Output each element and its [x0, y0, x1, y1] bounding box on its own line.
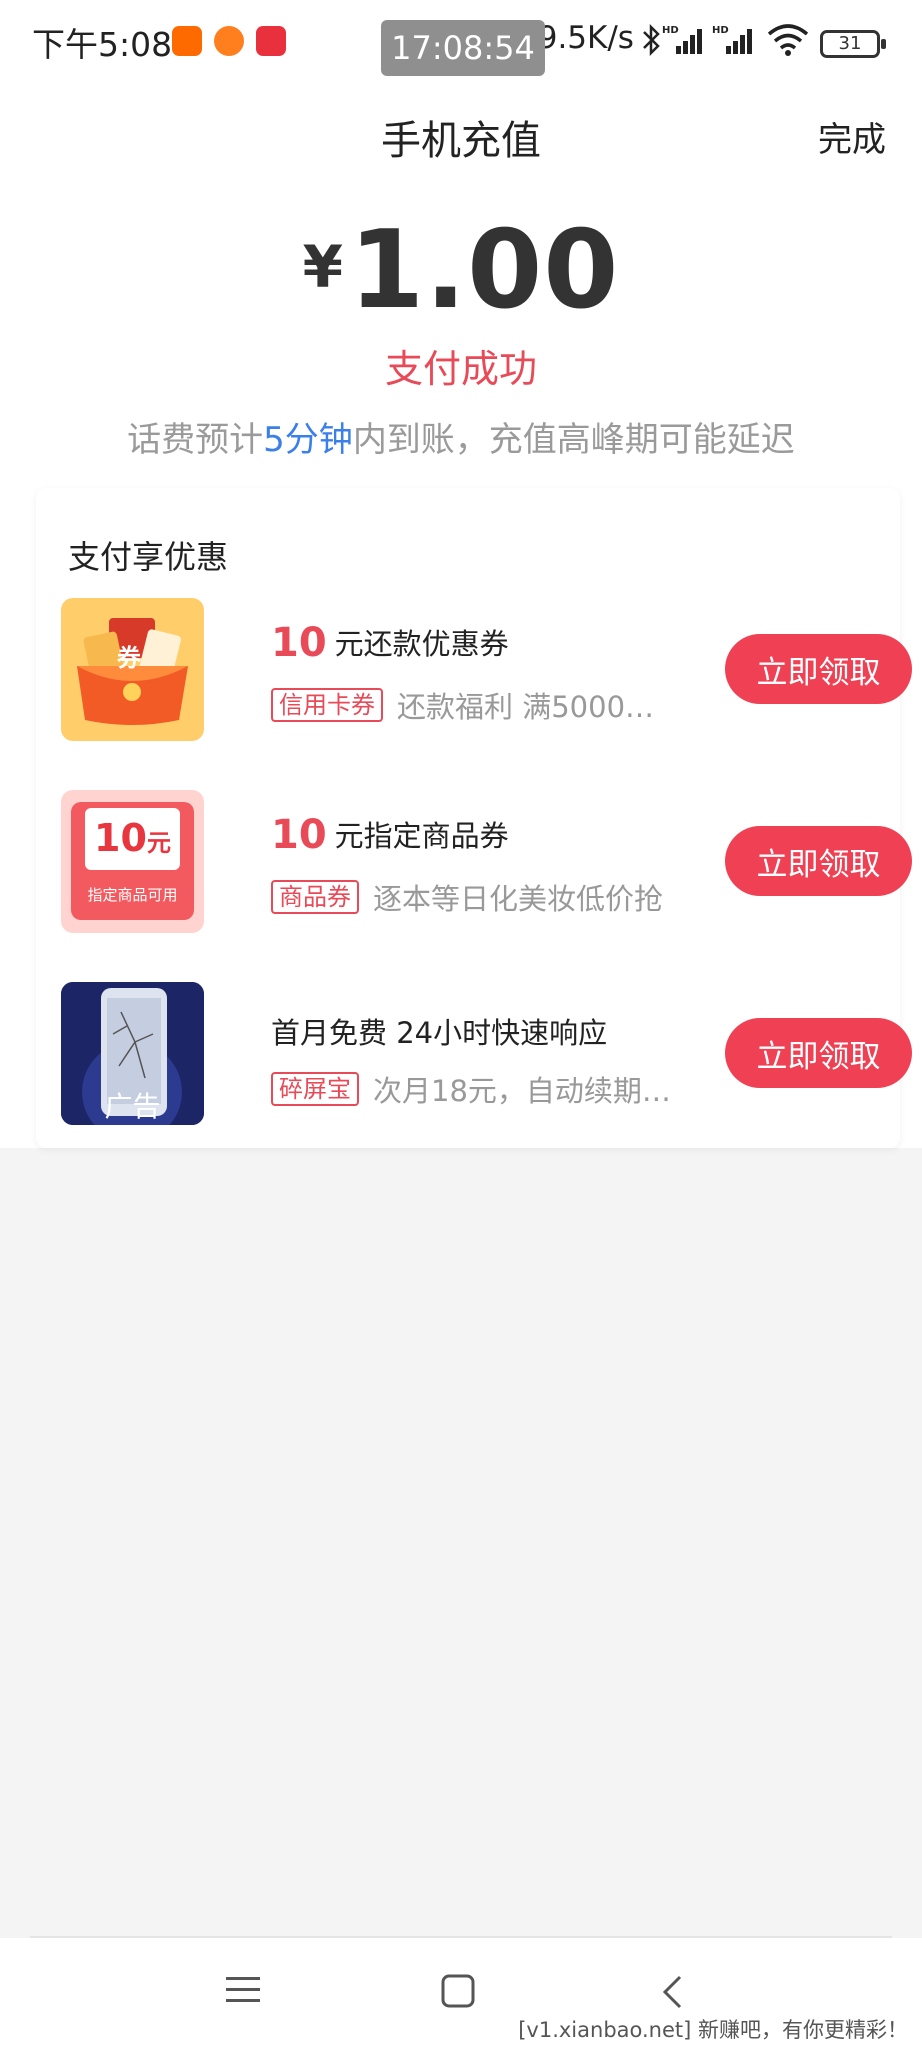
offer-amount: 10 [271, 620, 327, 666]
battery-icon: 31 [820, 30, 886, 58]
svg-text:HD: HD [712, 25, 729, 36]
offer-amount: 10 [271, 812, 327, 858]
offer-subtitle: 信用卡券 还款福利 满5000… [271, 684, 654, 726]
payment-note: 话费预计5分钟内到账，充值高峰期可能延迟 [0, 412, 922, 461]
offer-desc: 次月18元，自动续期… [373, 1074, 671, 1108]
watermark-text: [v1.xianbao.net] 新赚吧，有你更精彩！ [518, 2018, 908, 2042]
offer-title: 首月免费 24小时快速响应 [271, 1010, 607, 1052]
red-app-icon [256, 26, 286, 56]
done-button[interactable]: 完成 [818, 112, 886, 161]
offer-name: 元还款优惠券 [334, 627, 509, 661]
offer-tag: 信用卡券 [271, 688, 383, 722]
red-envelope-coupon-icon: 券 [61, 598, 204, 741]
bluetooth-icon [643, 23, 660, 57]
offer-tag: 商品券 [271, 880, 359, 914]
offer-title: 10 元指定商品券 [271, 812, 509, 858]
signal-hd-icon: HD [712, 25, 752, 54]
payment-status: 支付成功 [384, 347, 537, 391]
offer-subtitle: 碎屏宝 次月18元，自动续期… [271, 1068, 671, 1110]
goods-coupon-icon: 10元 指定商品可用 [61, 790, 204, 933]
amount-value: 1.00 [348, 208, 620, 333]
promo-title: 支付享优惠 [68, 538, 229, 576]
svg-text:HD: HD [662, 25, 679, 36]
coupon-image-value: 10 [94, 816, 147, 860]
payment-amount: ¥1.00 [0, 208, 922, 333]
back-icon[interactable] [660, 1974, 684, 2010]
offer-tag: 碎屏宝 [271, 1072, 359, 1106]
claim-button[interactable]: 立即领取 [725, 634, 912, 704]
mi-app-icon [172, 26, 202, 56]
note-highlight: 5分钟 [263, 420, 353, 460]
page-title: 手机充值 [381, 118, 541, 164]
tiger-app-icon [214, 26, 244, 56]
home-icon[interactable] [441, 1974, 475, 2008]
coupon-image-unit: 元 [146, 829, 171, 857]
offer-item[interactable]: 券 10 元还款优惠券 信用卡券 还款福利 满5000… 立即领取 [61, 598, 912, 741]
coupon-image-text: 券 [117, 644, 141, 672]
menu-icon[interactable] [226, 1974, 260, 2006]
claim-button[interactable]: 立即领取 [725, 826, 912, 896]
promo-card: 支付享优惠 券 10元还款优惠券 信用卡券还款福利 满5000… 立即领取 [36, 488, 912, 1148]
ad-label: 广告 [104, 1090, 161, 1123]
coupon-image-caption: 指定商品可用 [87, 886, 178, 904]
note-prefix: 话费预计 [127, 420, 264, 460]
signal-hd-icon: HD [662, 25, 702, 54]
offer-desc: 还款福利 满5000… [397, 690, 655, 724]
currency-symbol: ¥ [302, 233, 343, 301]
offer-desc: 逐本等日化美妆低价抢 [373, 882, 664, 916]
offer-subtitle: 商品券 逐本等日化美妆低价抢 [271, 876, 663, 918]
offer-item[interactable]: 广告 首月免费 24小时快速响应 碎屏宝 次月18元，自动续期… 立即领取 [61, 982, 912, 1125]
clock-overlay: 17:08:54 [381, 20, 545, 76]
status-time: 下午5:08 [32, 25, 173, 64]
offer-title: 10 元还款优惠券 [271, 620, 509, 666]
offer-name: 首月免费 24小时快速响应 [271, 1016, 608, 1050]
claim-button[interactable]: 立即领取 [725, 1018, 912, 1088]
cracked-phone-ad-image: 广告 [61, 982, 204, 1125]
offer-item[interactable]: 10元 指定商品可用 10 元指定商品券 商品券 逐本等日化美妆低价抢 立即领取 [61, 790, 912, 933]
note-suffix: 内到账，充值高峰期可能延迟 [352, 420, 795, 460]
wifi-icon [767, 24, 809, 56]
offer-name: 元指定商品券 [334, 819, 509, 853]
status-bar: 下午5:08 19.5K/s 17:08:54 HD HD 31 [0, 0, 922, 86]
